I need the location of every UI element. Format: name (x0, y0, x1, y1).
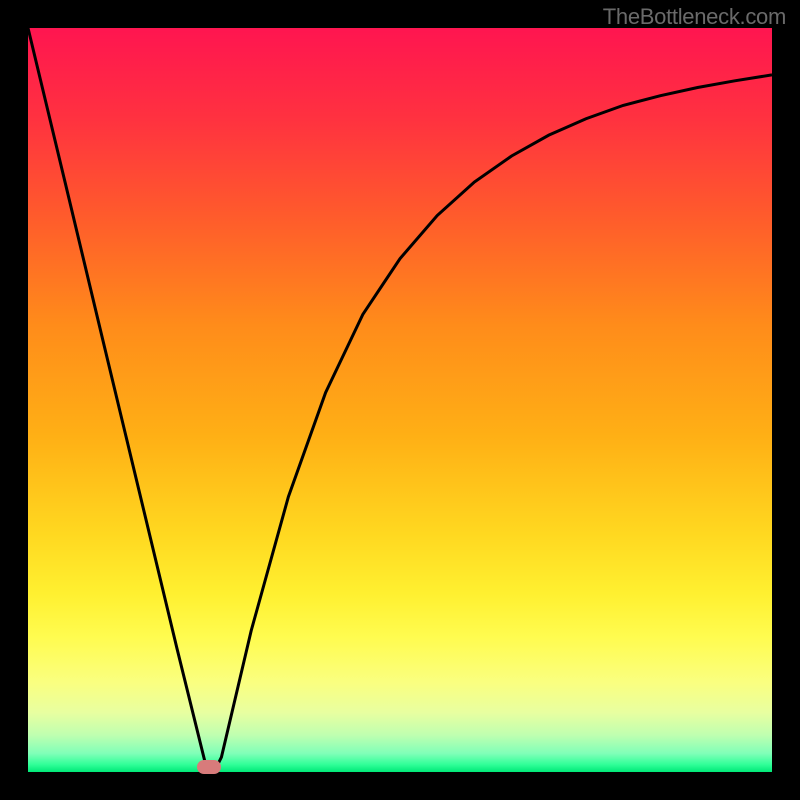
minimum-marker (197, 760, 221, 774)
gradient-background (28, 28, 772, 772)
attribution-text: TheBottleneck.com (603, 4, 786, 30)
chart-area (28, 28, 772, 772)
